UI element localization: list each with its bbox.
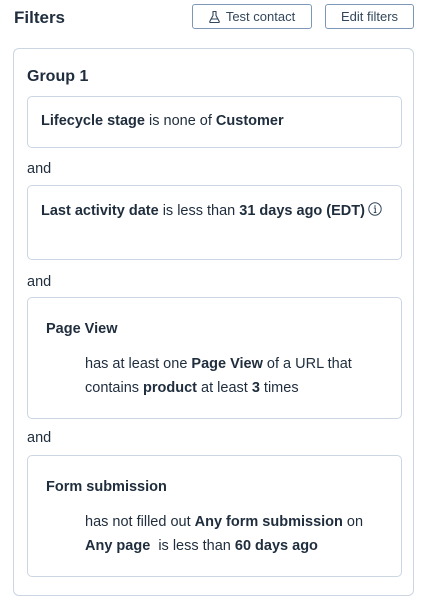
event-title: Page View bbox=[46, 321, 118, 337]
filter-property: Lifecycle stage bbox=[41, 113, 145, 129]
and-connector: and bbox=[27, 161, 52, 177]
event-description: has not filled out Any form submission o… bbox=[85, 514, 364, 554]
filter-operator: is less than bbox=[158, 203, 240, 219]
filter-form-submission[interactable]: Form submission has not filled out Any f… bbox=[27, 455, 402, 577]
info-icon[interactable] bbox=[368, 202, 382, 216]
page-title: Filters bbox=[14, 8, 66, 27]
event-title: Form submission bbox=[46, 479, 167, 495]
filter-value: 31 days ago (EDT) bbox=[239, 203, 365, 219]
filter-page-view[interactable]: Page View has at least one Page View of … bbox=[27, 297, 402, 419]
event-description: has at least one Page View of a URL that… bbox=[85, 356, 352, 396]
filter-operator: is none of bbox=[144, 113, 216, 129]
test-contact-label: Test contact bbox=[225, 9, 296, 24]
filter-lifecycle-stage[interactable]: Lifecycle stage is none of Customer bbox=[27, 96, 402, 148]
filter-value: Customer bbox=[215, 113, 284, 129]
test-contact-button[interactable]: Test contact bbox=[192, 4, 312, 29]
and-connector: and bbox=[27, 430, 52, 446]
filter-property: Last activity date bbox=[41, 203, 159, 219]
and-connector: and bbox=[27, 274, 52, 290]
filters-header: Filters Test contact Edit filters bbox=[0, 0, 426, 36]
filter-last-activity-date[interactable]: Last activity date is less than 31 days … bbox=[27, 185, 402, 260]
edit-filters-button[interactable]: Edit filters bbox=[325, 4, 414, 29]
flask-icon bbox=[208, 10, 220, 23]
group-title: Group 1 bbox=[27, 68, 89, 85]
filter-group-card: Group 1 Lifecycle stage is none of Custo… bbox=[13, 48, 414, 596]
